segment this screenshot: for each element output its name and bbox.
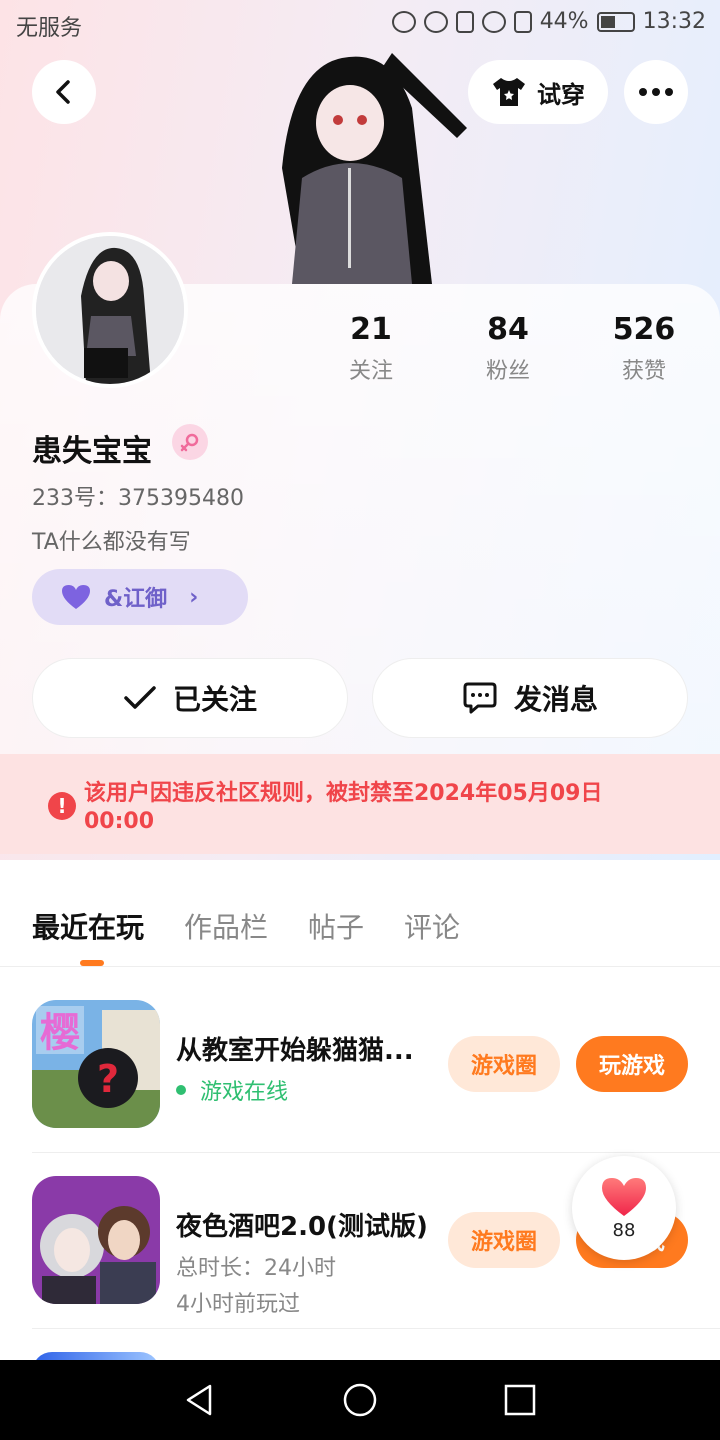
online-status-text: 游戏在线 xyxy=(200,1080,289,1105)
tab-posts[interactable]: 帖子 xyxy=(308,906,364,946)
game-icon xyxy=(32,1176,160,1304)
svg-text:?: ? xyxy=(97,1057,119,1101)
sim-alert-icon xyxy=(513,10,532,33)
female-gender-icon xyxy=(172,424,208,460)
game-icon: ? 樱 xyxy=(32,1000,160,1128)
row-divider xyxy=(32,1152,720,1153)
stat-following[interactable]: 21 关注 xyxy=(311,312,431,385)
ban-notice: ! 该用户因违反社区规则，被封禁至2024年05月09日 00:00 xyxy=(0,754,720,854)
send-message-button[interactable]: 发消息 xyxy=(372,658,688,738)
fan-group-tag[interactable]: &讧御 › xyxy=(32,569,248,625)
chevron-right-icon: › xyxy=(189,584,199,610)
fan-group-label: &讧御 xyxy=(104,587,168,612)
following-count: 21 xyxy=(350,312,392,347)
avatar[interactable] xyxy=(32,232,188,388)
battery-icon xyxy=(596,11,635,32)
heart-icon xyxy=(602,1177,646,1216)
avatar-figure-image xyxy=(282,53,467,284)
user-bio: TA什么都没有写 xyxy=(32,530,191,555)
stat-fans[interactable]: 84 粉丝 xyxy=(448,312,568,385)
more-options-button[interactable] xyxy=(624,60,688,124)
play-game-button[interactable]: 玩游戏 xyxy=(576,1036,688,1092)
following-button-label: 已关注 xyxy=(172,683,257,716)
vibrate-icon xyxy=(455,10,474,33)
check-icon xyxy=(124,686,156,709)
nav-recents-icon[interactable] xyxy=(502,1382,538,1418)
try-on-button[interactable]: 试穿 xyxy=(468,60,608,124)
following-label: 关注 xyxy=(348,359,393,384)
more-dots-icon xyxy=(639,88,673,96)
game-circle-button[interactable]: 游戏圈 xyxy=(448,1212,560,1268)
game-circle-button[interactable]: 游戏圈 xyxy=(448,1036,560,1092)
chevron-left-icon xyxy=(56,80,70,104)
tab-works[interactable]: 作品栏 xyxy=(184,906,268,946)
tab-comments[interactable]: 评论 xyxy=(404,906,460,946)
system-navigation-bar xyxy=(0,1360,720,1440)
send-message-label: 发消息 xyxy=(513,683,598,716)
profile-tabs: 最近在玩 作品栏 帖子 评论 xyxy=(32,906,460,966)
svg-text:樱: 樱 xyxy=(40,1010,80,1056)
tshirt-icon xyxy=(493,78,525,106)
clock: 13:32 xyxy=(642,9,706,34)
ban-notice-text: 该用户因违反社区规则，被封禁至2024年05月09日 00:00 xyxy=(84,781,603,834)
purple-heart-icon xyxy=(62,585,90,609)
back-button[interactable] xyxy=(32,60,96,124)
fans-label: 粉丝 xyxy=(485,359,530,384)
following-button[interactable]: 已关注 xyxy=(32,658,348,738)
game-title: 夜色酒吧2.0(测试版) xyxy=(176,1212,428,1242)
data-saver-icon xyxy=(391,10,416,33)
user-name: 患失宝宝 xyxy=(32,434,152,469)
like-bubble-button[interactable]: 88 xyxy=(572,1156,676,1260)
stat-likes[interactable]: 526 获赞 xyxy=(584,312,704,385)
carrier-text: 无服务 xyxy=(16,16,83,41)
avatar-image xyxy=(36,236,184,384)
do-not-disturb-icon xyxy=(423,10,448,33)
chat-bubble-icon xyxy=(463,682,497,714)
game-online-status: 游戏在线 xyxy=(176,1074,288,1106)
nav-back-icon[interactable] xyxy=(182,1382,218,1418)
like-count: 88 xyxy=(612,1219,636,1241)
fans-count: 84 xyxy=(487,312,529,347)
warning-icon: ! xyxy=(48,792,76,820)
wifi-icon xyxy=(481,10,506,33)
user-id: 233号：375395480 xyxy=(32,486,244,511)
game-title: 从教室开始躲猫猫... xyxy=(176,1036,414,1066)
row-divider xyxy=(32,1328,720,1329)
game-last-played: 4小时前玩过 xyxy=(176,1292,300,1317)
likes-count: 526 xyxy=(612,312,676,347)
game-list-item[interactable]: ? 樱 从教室开始躲猫猫... 游戏在线 游戏圈 玩游戏 xyxy=(32,1000,688,1128)
status-bar: 无服务 44% 13:32 xyxy=(0,0,720,50)
likes-label: 获赞 xyxy=(621,359,666,384)
battery-percent: 44% xyxy=(539,9,589,34)
nav-home-icon[interactable] xyxy=(342,1382,378,1418)
tab-recently-played[interactable]: 最近在玩 xyxy=(32,906,144,966)
online-dot-icon xyxy=(176,1085,186,1095)
tabs-divider xyxy=(0,966,720,967)
game-play-duration: 总时长：24小时 xyxy=(176,1256,336,1281)
try-on-label: 试穿 xyxy=(537,80,585,109)
